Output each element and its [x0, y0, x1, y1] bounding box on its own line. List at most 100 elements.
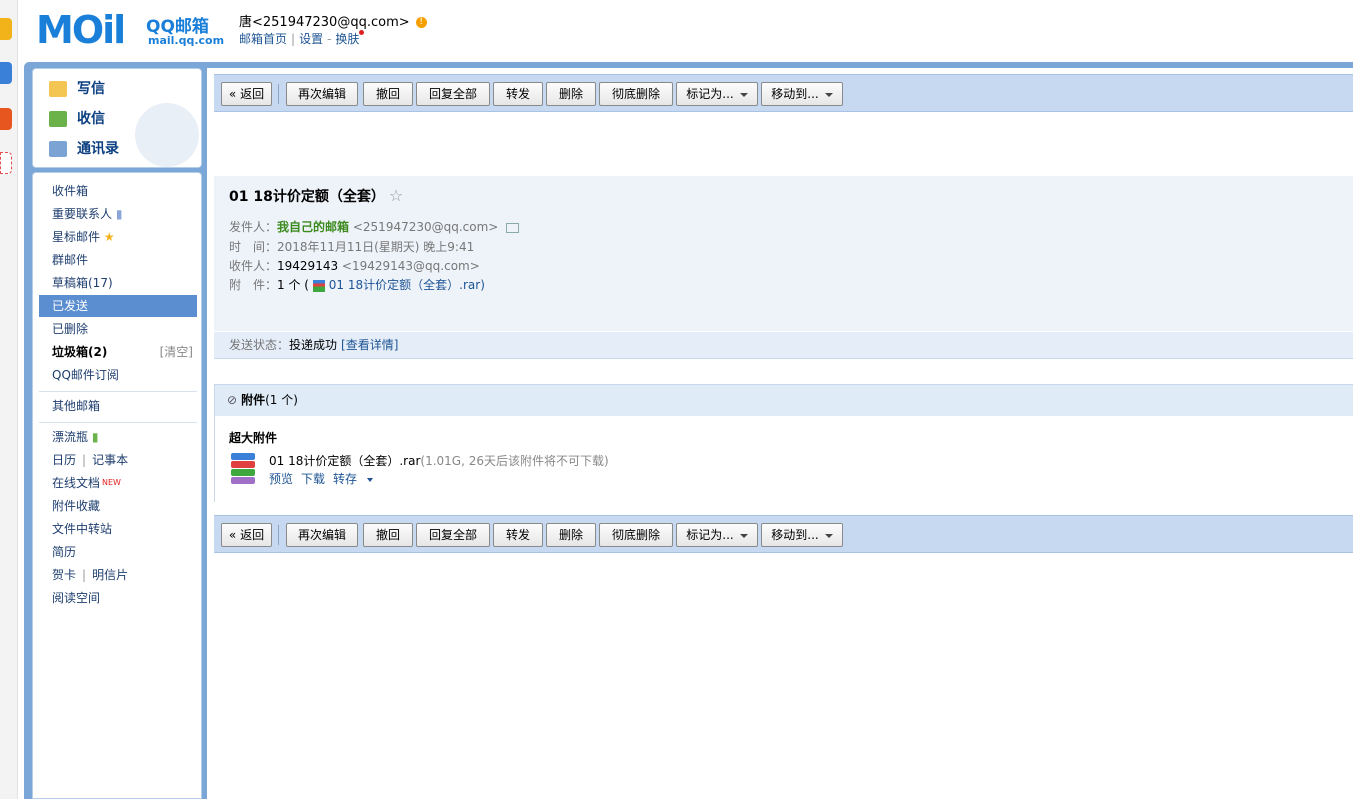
move-to-dropdown[interactable]: 移动到... [761, 82, 843, 106]
user-account: 唐<251947230@qq.com>! [239, 11, 427, 30]
mail-subject: 01 18计价定额（全套） ☆ [229, 186, 404, 205]
view-details-link[interactable]: [查看详情] [341, 338, 398, 352]
app-online-docs[interactable]: 在线文档 NEW [39, 472, 197, 494]
move-to-dropdown[interactable]: 移动到... [761, 523, 843, 547]
attachments-box: ⊘ 附件(1 个) 超大附件 01 18计价定额（全套）.rar(1.01G, 2… [214, 384, 1353, 502]
forward-button[interactable]: 转发 [493, 523, 543, 547]
app-drift-bottle[interactable]: 漂流瓶 ▮ [39, 426, 197, 448]
main-panel: « 返回 再次编辑 撤回 回复全部 转发 删除 彻底删除 标记为... 移动到.… [207, 68, 1353, 799]
list-icon[interactable] [0, 62, 12, 84]
folder-important-contacts[interactable]: 重要联系人 ▮ [39, 203, 197, 225]
attachment-link[interactable]: 01 18计价定额（全套）.rar [329, 278, 480, 292]
attachment-actions: 预览 下载 转存 [269, 470, 389, 487]
mail-meta-box: 01 18计价定额（全套） ☆ 发件人：我自己的邮箱 <251947230@qq.… [214, 176, 1353, 331]
mark-as-dropdown[interactable]: 标记为... [676, 82, 758, 106]
notification-dot [359, 30, 365, 35]
chevron-down-icon [367, 477, 374, 482]
send-status-bar: 发送状态：投递成功 [查看详情] [214, 332, 1353, 359]
recall-button[interactable]: 撤回 [363, 523, 413, 547]
star-toggle-icon[interactable]: ☆ [389, 186, 403, 205]
star-icon: ★ [103, 230, 115, 244]
back-button[interactable]: « 返回 [221, 523, 272, 547]
inbox-download-icon [49, 111, 67, 127]
app-greeting-card[interactable]: 贺卡 [52, 568, 76, 582]
folder-deleted[interactable]: 已删除 [39, 318, 197, 340]
recall-button[interactable]: 撤回 [363, 82, 413, 106]
download-link[interactable]: 下载 [301, 472, 325, 486]
link-skin[interactable]: 换肤 [335, 32, 359, 46]
reply-all-button[interactable]: 回复全部 [416, 82, 490, 106]
qq-mail-logo[interactable]: MOil QQ邮箱 mail.qq.com [36, 10, 236, 50]
folder-starred[interactable]: 星标邮件 ★ [39, 226, 197, 248]
app-reading-space[interactable]: 阅读空间 [39, 587, 197, 609]
toolbar-bottom: « 返回 再次编辑 撤回 回复全部 转发 删除 彻底删除 标记为... 移动到.… [214, 515, 1353, 553]
app-greeting-postcard: 贺卡 | 明信片 [52, 568, 129, 582]
junk-clear-link[interactable]: [清空] [160, 341, 193, 363]
app-notes[interactable]: 记事本 [92, 453, 128, 467]
logo-word: MOil [36, 8, 126, 52]
recipient-name[interactable]: 19429143 [277, 259, 338, 273]
mail-time: 2018年11月11日(星期天) 晚上9:41 [277, 240, 475, 254]
bottle-icon: ▮ [91, 430, 99, 444]
sender-row: 发件人：我自己的邮箱 <251947230@qq.com> [229, 218, 520, 235]
folder-subscriptions[interactable]: QQ邮件订阅 [39, 364, 197, 386]
delete-button[interactable]: 删除 [546, 82, 596, 106]
sender-name[interactable]: 我自己的邮箱 [277, 220, 349, 234]
folder-junk[interactable]: 垃圾箱(2) [清空] [39, 341, 197, 363]
at-icon[interactable] [0, 152, 12, 174]
app-file-transfer[interactable]: 文件中转站 [39, 518, 197, 540]
reedit-button[interactable]: 再次编辑 [286, 82, 358, 106]
mark-as-dropdown[interactable]: 标记为... [676, 523, 758, 547]
folder-other-mailboxes[interactable]: 其他邮箱 [39, 395, 197, 417]
app-calendar[interactable]: 日历 [52, 453, 76, 467]
contacts-button[interactable]: 通讯录 [49, 137, 119, 161]
left-panel: 写信 收信 通讯录 收件箱 重要联系人 ▮ 星标邮件 ★ 群邮件 草稿箱(17)… [32, 68, 202, 799]
left-side-strip [0, 0, 18, 799]
app-postcard[interactable]: 明信片 [92, 568, 128, 582]
folder-sent[interactable]: 已发送 [39, 295, 197, 317]
reply-all-button[interactable]: 回复全部 [416, 523, 490, 547]
contacts-card-icon [49, 141, 67, 157]
save-to-dropdown[interactable]: 转存 [333, 472, 381, 486]
link-settings[interactable]: 设置 [299, 32, 323, 46]
pencil-icon [49, 81, 67, 97]
favorite-icon[interactable] [0, 18, 12, 40]
forward-button[interactable]: 转发 [493, 82, 543, 106]
chevron-down-icon [824, 533, 833, 538]
attachment-row: 附 件：1 个 ( 01 18计价定额（全套）.rar) [229, 278, 485, 292]
new-badge: NEW [102, 478, 121, 487]
penguin-mascot [135, 103, 199, 167]
app-resume[interactable]: 简历 [39, 541, 197, 563]
app-attachment-favorites[interactable]: 附件收藏 [39, 495, 197, 517]
top-bar: MOil QQ邮箱 mail.qq.com 唐<251947230@qq.com… [18, 0, 1353, 64]
permanent-delete-button[interactable]: 彻底删除 [599, 523, 673, 547]
weibo-icon[interactable] [0, 108, 12, 130]
folder-group-mail[interactable]: 群邮件 [39, 249, 197, 271]
delete-button[interactable]: 删除 [546, 523, 596, 547]
attachments-header: ⊘ 附件(1 个) [215, 385, 1353, 416]
send-status: 投递成功 [289, 338, 338, 352]
rar-icon [312, 279, 325, 292]
warning-icon[interactable]: ! [415, 17, 427, 28]
attachment-file-name[interactable]: 01 18计价定额（全套）.rar [269, 454, 420, 468]
write-button[interactable]: 写信 [49, 77, 105, 101]
back-button[interactable]: « 返回 [221, 82, 272, 106]
contact-card-icon[interactable] [506, 222, 520, 233]
reedit-button[interactable]: 再次编辑 [286, 523, 358, 547]
toolbar-top: « 返回 再次编辑 撤回 回复全部 转发 删除 彻底删除 标记为... 移动到.… [214, 74, 1353, 112]
chevron-down-icon [739, 92, 748, 97]
app-calendar-notes: 日历 | 记事本 [52, 453, 129, 467]
time-row: 时 间：2018年11月11日(星期天) 晚上9:41 [229, 240, 475, 254]
permanent-delete-button[interactable]: 彻底删除 [599, 82, 673, 106]
folder-drafts[interactable]: 草稿箱(17) [39, 272, 197, 294]
receive-button[interactable]: 收信 [49, 107, 105, 131]
link-mail-home[interactable]: 邮箱首页 [239, 32, 287, 46]
folder-list: 收件箱 重要联系人 ▮ 星标邮件 ★ 群邮件 草稿箱(17) 已发送 已删除 垃… [32, 172, 202, 799]
bookmark-icon: ▮ [115, 207, 123, 221]
large-attachment-title: 超大附件 [229, 431, 278, 445]
mail-header: 01 18计价定额（全套） ☆ 发件人：我自己的邮箱 <251947230@qq.… [214, 176, 1353, 359]
preview-link[interactable]: 预览 [269, 472, 293, 486]
folder-inbox[interactable]: 收件箱 [39, 180, 197, 202]
divider [39, 422, 197, 423]
sender-address: <251947230@qq.com> [352, 220, 499, 234]
